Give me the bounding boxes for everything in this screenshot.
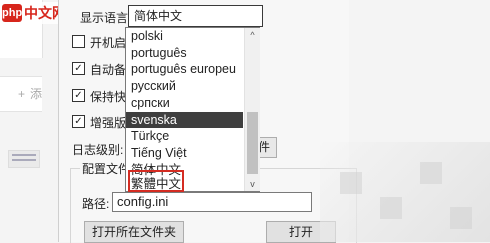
php-logo-icon: php [2, 4, 22, 22]
display-language-label: 显示语言: [80, 11, 132, 25]
scrollbar-thumb[interactable] [247, 112, 258, 174]
keep-shortcut-label: 保持快 [90, 90, 127, 104]
config-path-value: config.ini [117, 194, 169, 209]
language-option-turkce[interactable]: Türkçe [126, 128, 243, 145]
log-level-label: 日志级别: [72, 143, 124, 157]
language-option-portugues[interactable]: português [126, 45, 243, 62]
display-language-value: 简体中文 [134, 9, 183, 23]
left-panel: + 添 [0, 0, 43, 242]
autostart-label: 开机启 [90, 36, 127, 50]
language-option-vietnamese[interactable]: Tiếng Việt [126, 145, 243, 162]
display-language-select[interactable]: 简体中文 [128, 5, 263, 27]
enhanced-mode-checkbox[interactable]: ✓ [72, 115, 85, 128]
language-option-polski[interactable]: polski [126, 28, 243, 45]
thumbnail-image [8, 150, 40, 168]
open-folder-button-label: 打开所在文件夹 [91, 225, 176, 239]
language-option-russian[interactable]: русский [126, 78, 243, 95]
keep-shortcut-checkbox[interactable]: ✓ [72, 89, 85, 102]
plus-icon: + [18, 87, 26, 101]
language-dropdown-list: polski português português europeu русск… [125, 27, 260, 192]
auto-backup-label: 自动备 [90, 63, 127, 77]
path-label: 路径: [82, 197, 110, 211]
auto-backup-checkbox[interactable]: ✓ [72, 62, 85, 75]
language-option-serbian[interactable]: српски [126, 95, 243, 112]
config-path-input[interactable]: config.ini [112, 192, 312, 212]
open-button-label: 打开 [288, 225, 313, 239]
language-option-svenska[interactable]: svenska [126, 111, 243, 129]
add-item-label: 添 [30, 87, 43, 101]
open-folder-button[interactable]: 打开所在文件夹 [84, 221, 184, 243]
watermark-overlay [320, 142, 490, 242]
dropdown-scrollbar[interactable]: ^ v [244, 28, 260, 191]
autostart-checkbox[interactable] [72, 35, 85, 48]
scroll-down-arrow-icon[interactable]: v [245, 177, 260, 191]
scroll-up-arrow-icon[interactable]: ^ [245, 28, 260, 42]
enhanced-mode-label: 增强版 [90, 116, 127, 130]
highlight-box [128, 170, 184, 192]
language-option-portugues-europeu[interactable]: português europeu [126, 61, 243, 78]
add-item-row[interactable]: + 添 [0, 76, 42, 112]
